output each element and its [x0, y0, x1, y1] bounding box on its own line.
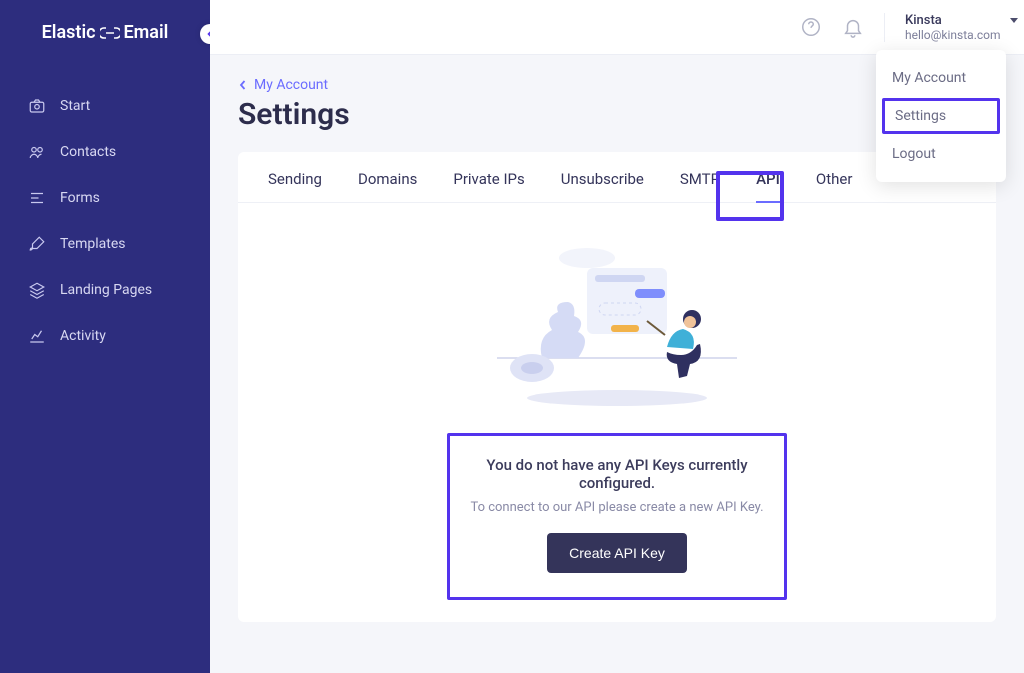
- empty-state-box: You do not have any API Keys currently c…: [447, 433, 787, 600]
- sidebar-item-label: Activity: [60, 328, 106, 344]
- brand-logo[interactable]: Elastic Email: [0, 22, 210, 43]
- sidebar-item-templates[interactable]: Templates: [0, 221, 210, 267]
- brand-right: Email: [124, 22, 169, 43]
- topbar: Kinsta hello@kinsta.com My Account Setti…: [210, 0, 1024, 55]
- breadcrumb-label: My Account: [254, 77, 328, 93]
- sidebar-item-landing-pages[interactable]: Landing Pages: [0, 267, 210, 313]
- account-email: hello@kinsta.com: [905, 28, 1004, 42]
- lines-icon: [28, 189, 46, 207]
- create-api-key-button[interactable]: Create API Key: [547, 533, 687, 573]
- empty-state: You do not have any API Keys currently c…: [238, 203, 996, 600]
- empty-state-subtitle: To connect to our API please create a ne…: [470, 500, 763, 515]
- account-dropdown: My Account Settings Logout: [876, 50, 1006, 182]
- chart-icon: [28, 327, 46, 345]
- tab-other[interactable]: Other: [816, 170, 853, 202]
- tab-domains[interactable]: Domains: [358, 170, 417, 202]
- sidebar-item-label: Templates: [60, 236, 126, 252]
- brand-link-icon: [100, 27, 120, 39]
- account-menu-trigger[interactable]: Kinsta hello@kinsta.com: [884, 13, 1004, 42]
- bell-icon[interactable]: [842, 16, 864, 38]
- dropdown-logout[interactable]: Logout: [876, 136, 1006, 172]
- empty-state-title: You do not have any API Keys currently c…: [468, 456, 766, 492]
- layers-icon: [28, 281, 46, 299]
- chevron-left-icon: [238, 80, 248, 90]
- help-icon[interactable]: [800, 16, 822, 38]
- sidebar-item-contacts[interactable]: Contacts: [0, 129, 210, 175]
- dropdown-settings[interactable]: Settings: [882, 98, 1000, 134]
- sidebar-item-activity[interactable]: Activity: [0, 313, 210, 359]
- sidebar-item-label: Contacts: [60, 144, 116, 160]
- illustration: [487, 243, 747, 413]
- tab-api[interactable]: API: [756, 170, 780, 202]
- tab-unsubscribe[interactable]: Unsubscribe: [561, 170, 644, 202]
- camera-icon: [28, 97, 46, 115]
- brush-icon: [28, 235, 46, 253]
- sidebar-item-label: Forms: [60, 190, 100, 206]
- tab-private-ips[interactable]: Private IPs: [453, 170, 524, 202]
- account-name: Kinsta: [905, 13, 1004, 28]
- tab-smtp[interactable]: SMTP: [680, 170, 720, 202]
- main-area: Kinsta hello@kinsta.com My Account Setti…: [210, 0, 1024, 673]
- sidebar-item-label: Landing Pages: [60, 282, 152, 298]
- tab-sending[interactable]: Sending: [268, 170, 322, 202]
- sidebar: Elastic Email Start Contacts Forms Templ…: [0, 0, 210, 673]
- users-icon: [28, 143, 46, 161]
- settings-card: Sending Domains Private IPs Unsubscribe …: [238, 152, 996, 622]
- sidebar-item-label: Start: [60, 98, 90, 114]
- dropdown-my-account[interactable]: My Account: [876, 60, 1006, 96]
- sidebar-item-start[interactable]: Start: [0, 83, 210, 129]
- chevron-down-icon: [1010, 18, 1018, 23]
- sidebar-item-forms[interactable]: Forms: [0, 175, 210, 221]
- brand-left: Elastic: [42, 22, 96, 43]
